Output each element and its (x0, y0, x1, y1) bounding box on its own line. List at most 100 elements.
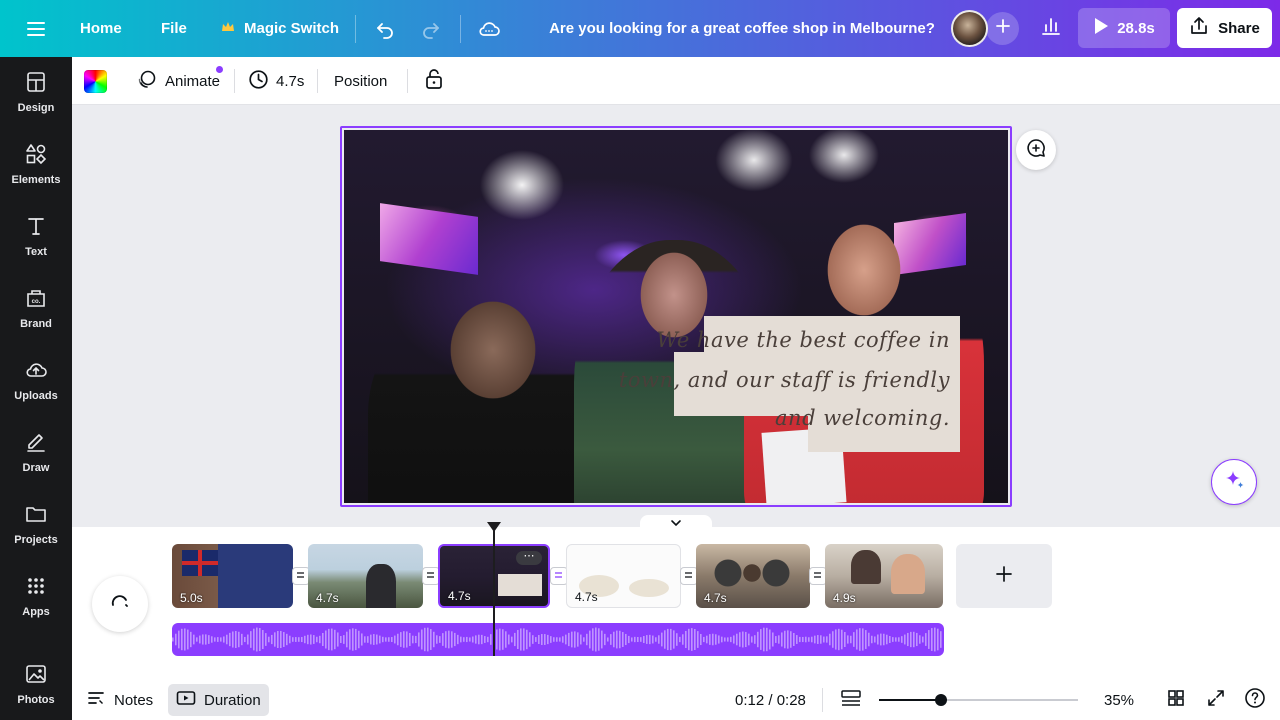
home-button[interactable]: Home (80, 0, 122, 57)
position-button[interactable]: Position (328, 63, 393, 99)
file-menu[interactable]: File (161, 0, 187, 57)
undo-icon[interactable] (372, 16, 398, 42)
zoom-slider-fill (879, 699, 941, 701)
waveform-bar (697, 631, 699, 648)
waveform-bar (691, 628, 693, 651)
waveform-bar (745, 631, 747, 648)
fullscreen-button[interactable] (1206, 684, 1226, 716)
playhead[interactable] (493, 526, 495, 656)
magic-switch-button[interactable]: Magic Switch (220, 0, 339, 57)
waveform-bar (367, 636, 369, 643)
sidebar-item-uploads[interactable]: Uploads (0, 348, 72, 412)
magic-assistant-button[interactable] (1211, 459, 1257, 505)
timeline-view-button[interactable] (840, 684, 862, 716)
waveform-bar (361, 633, 363, 646)
redo-icon[interactable] (418, 16, 444, 42)
caption-text-box[interactable]: We have the best coffee in town, and our… (619, 316, 960, 452)
grid-view-button[interactable] (1166, 684, 1186, 716)
add-comment-button[interactable] (1016, 130, 1056, 170)
zoom-level[interactable]: 35% (1104, 684, 1134, 716)
waveform-bar (622, 632, 624, 647)
lock-button[interactable] (418, 63, 450, 99)
sidebar-item-draw[interactable]: Draw (0, 420, 72, 484)
share-label: Share (1218, 19, 1260, 37)
sidebar-item-elements[interactable]: Elements (0, 132, 72, 196)
caption-line: We have the best coffee in (656, 328, 950, 352)
waveform-bar (304, 635, 306, 644)
new-feature-dot (216, 66, 223, 73)
add-collaborator-button[interactable] (986, 12, 1019, 45)
help-button[interactable] (1244, 684, 1266, 716)
waveform-bar (868, 632, 870, 647)
collapse-timeline-button[interactable] (640, 515, 712, 531)
page-duration: 4.7s (704, 591, 727, 605)
page-options-icon[interactable]: ⋯ (516, 551, 542, 565)
waveform-bar (175, 633, 177, 646)
analytics-button[interactable] (1033, 10, 1069, 46)
waveform-bar (535, 637, 537, 642)
timeline-page-5[interactable]: 4.7s (696, 544, 810, 608)
avatar[interactable] (951, 10, 988, 47)
waveform-bar (898, 637, 900, 642)
document-title[interactable]: Are you looking for a great coffee shop … (541, 0, 943, 57)
timeline-page-4[interactable]: 4.7s (566, 544, 681, 608)
share-button[interactable]: Share (1177, 8, 1272, 48)
timeline-page-2[interactable]: 4.7s (308, 544, 423, 608)
timeline-page-1[interactable]: 5.0s (172, 544, 293, 608)
audio-track[interactable] (172, 623, 944, 656)
transition-icon (296, 567, 306, 585)
waveform-bar (346, 631, 348, 648)
waveform-bar (637, 636, 639, 643)
waveform-bar (673, 630, 675, 649)
play-button[interactable]: 28.8s (1078, 8, 1170, 48)
waveform-bar (577, 632, 579, 647)
waveform-bar (700, 633, 702, 646)
color-picker[interactable] (84, 70, 107, 93)
hamburger-icon[interactable] (23, 16, 49, 42)
timeline-page-6[interactable]: 4.9s (825, 544, 943, 608)
waveform-bar (595, 627, 597, 652)
sidebar-item-photos[interactable]: Photos (0, 652, 72, 716)
waveform-bar (316, 636, 318, 643)
waveform-bar (247, 634, 249, 645)
sidebar-item-design[interactable]: Design (0, 60, 72, 124)
notes-button[interactable]: Notes (86, 684, 153, 716)
context-toolbar: Animate 4.7s Position (72, 57, 1280, 105)
waveform-bar (388, 637, 390, 642)
waveform-bar (490, 634, 492, 645)
waveform-bar (871, 635, 873, 644)
waveform-bar (676, 633, 678, 646)
clock-icon (248, 69, 269, 94)
add-page-button[interactable] (956, 544, 1052, 608)
waveform-bar (460, 636, 462, 643)
zoom-slider-handle[interactable] (935, 694, 947, 706)
loop-button[interactable] (92, 576, 148, 632)
sidebar-item-text[interactable]: Text (0, 204, 72, 268)
waveform-bar (541, 634, 543, 645)
sidebar-item-projects[interactable]: Projects (0, 492, 72, 556)
comment-plus-icon (1024, 136, 1048, 165)
sidebar-item-brand[interactable]: co. Brand (0, 276, 72, 340)
divider (822, 688, 823, 712)
page-duration: 4.9s (833, 591, 856, 605)
waveform-bar (733, 635, 735, 644)
waveform-bar (793, 633, 795, 646)
magic-switch-label: Magic Switch (244, 20, 340, 37)
waveform-bar (193, 634, 195, 645)
cloud-save-icon[interactable] (476, 16, 502, 42)
duration-button[interactable]: Duration (168, 684, 269, 716)
waveform-bar (655, 637, 657, 642)
waveform-bar (901, 636, 903, 643)
sidebar-item-label: Design (17, 102, 55, 114)
waveform-bar (523, 628, 525, 651)
page-duration-button[interactable]: 4.7s (242, 63, 310, 99)
animate-button[interactable]: Animate (130, 63, 226, 99)
waveform-bar (910, 631, 912, 648)
transition-icon (813, 567, 823, 585)
waveform-bar (229, 632, 231, 647)
sidebar-item-label: Apps (22, 606, 50, 618)
waveform-bar (922, 636, 924, 643)
sidebar-item-apps[interactable]: Apps (0, 564, 72, 628)
page-duration: 4.7s (316, 591, 339, 605)
sidebar-item-label: Uploads (14, 390, 58, 402)
